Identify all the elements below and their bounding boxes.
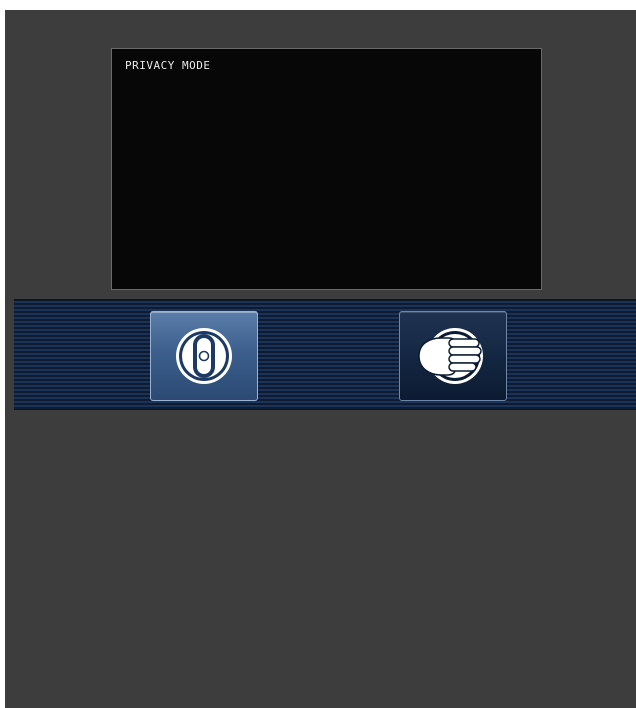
app-frame: PRIVACY MODE	[5, 10, 636, 708]
privacy-shutter-icon	[176, 328, 232, 384]
privacy-shutter-button[interactable]	[150, 311, 258, 401]
privacy-mode-label: PRIVACY MODE	[125, 59, 211, 72]
raise-hand-button[interactable]	[399, 311, 507, 401]
hand-icon	[418, 328, 483, 384]
control-bar	[14, 299, 636, 410]
video-preview-screen: PRIVACY MODE	[111, 48, 542, 290]
